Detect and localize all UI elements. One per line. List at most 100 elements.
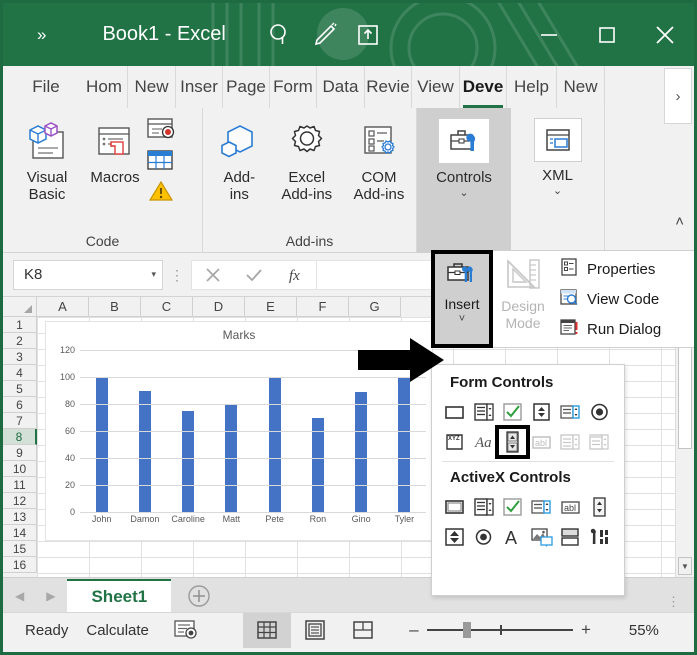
column-header-c[interactable]: C bbox=[141, 297, 193, 317]
tab-new-2[interactable]: New bbox=[557, 66, 605, 108]
insert-button[interactable]: Insert ˅ bbox=[431, 250, 493, 348]
xml-chevron-down-icon[interactable]: ⌄ bbox=[553, 186, 562, 197]
properties-menu-item[interactable]: Properties bbox=[559, 254, 694, 284]
addins-button[interactable]: Add- ins bbox=[207, 114, 272, 203]
form-group-box-control[interactable]: XYZ bbox=[440, 428, 469, 456]
tab-insert[interactable]: Inser bbox=[176, 66, 223, 108]
macro-security-icon[interactable] bbox=[148, 179, 174, 208]
column-header-a[interactable]: A bbox=[37, 297, 89, 317]
page-layout-view-button[interactable] bbox=[291, 613, 339, 648]
form-combo-box-alt-control[interactable] bbox=[585, 428, 614, 456]
activex-check-box-control[interactable] bbox=[498, 493, 527, 521]
row-header-5[interactable]: 5 bbox=[3, 381, 37, 397]
tab-help[interactable]: Help bbox=[507, 66, 557, 108]
activex-spin-button-control[interactable] bbox=[585, 493, 614, 521]
tab-file[interactable]: File bbox=[3, 66, 81, 108]
activex-command-button-control[interactable] bbox=[440, 493, 469, 521]
view-code-menu-item[interactable]: View Code bbox=[559, 284, 694, 314]
excel-addins-button[interactable]: Excel Add-ins bbox=[272, 114, 342, 203]
chart-bar[interactable] bbox=[182, 410, 195, 512]
record-macro-icon[interactable] bbox=[145, 116, 175, 147]
macros-button[interactable]: Macros bbox=[81, 114, 149, 186]
tab-developer[interactable]: Deve bbox=[460, 66, 507, 108]
tab-page-layout[interactable]: Page bbox=[223, 66, 270, 108]
zoom-slider-thumb[interactable] bbox=[462, 622, 471, 638]
design-mode-button[interactable]: Design Mode bbox=[493, 251, 553, 347]
chart-bar[interactable] bbox=[268, 377, 281, 512]
row-header-2[interactable]: 2 bbox=[3, 333, 37, 349]
ribbon-group-controls[interactable]: Controls ⌄ bbox=[417, 108, 511, 253]
form-check-box-control[interactable] bbox=[498, 398, 527, 426]
enter-icon[interactable] bbox=[233, 259, 275, 290]
zoom-percent[interactable]: 55% bbox=[613, 622, 659, 639]
row-header-8[interactable]: 8 bbox=[3, 429, 37, 445]
sheet-options-button[interactable]: ⋮ bbox=[667, 595, 694, 612]
chevron-down-icon[interactable]: ▾ bbox=[151, 269, 156, 280]
add-sheet-button[interactable] bbox=[171, 579, 227, 612]
use-relative-references-icon[interactable] bbox=[145, 148, 175, 177]
form-option-button-control[interactable] bbox=[585, 398, 614, 426]
chart-object[interactable]: Marks 120 100 80 60 40 20 0 John Damon Caroline M… bbox=[45, 321, 433, 541]
tab-home[interactable]: Hom bbox=[81, 66, 128, 108]
scroll-down-button[interactable]: ▼ bbox=[678, 557, 692, 575]
form-text-field-control[interactable]: abl bbox=[527, 428, 556, 456]
sheet-next-button[interactable]: ▶ bbox=[46, 589, 55, 603]
row-header-7[interactable]: 7 bbox=[3, 413, 37, 429]
formula-bar-options[interactable]: ⋮ bbox=[163, 268, 191, 282]
row-header-10[interactable]: 10 bbox=[3, 461, 37, 477]
close-button[interactable] bbox=[636, 3, 694, 66]
chart-bar[interactable] bbox=[355, 391, 368, 512]
row-header-16[interactable]: 16 bbox=[3, 557, 37, 573]
vertical-scrollbar[interactable]: ▼ bbox=[675, 317, 694, 577]
tabs-overflow-button[interactable]: › bbox=[664, 68, 692, 124]
tab-formulas[interactable]: Form bbox=[270, 66, 317, 108]
activex-image-control[interactable] bbox=[527, 523, 556, 551]
column-header-f[interactable]: F bbox=[297, 297, 349, 317]
row-header-11[interactable]: 11 bbox=[3, 477, 37, 493]
zoom-in-button[interactable]: + bbox=[573, 620, 599, 640]
column-header-d[interactable]: D bbox=[193, 297, 245, 317]
zoom-slider[interactable] bbox=[426, 622, 573, 638]
row-header-6[interactable]: 6 bbox=[3, 397, 37, 413]
row-header-12[interactable]: 12 bbox=[3, 493, 37, 509]
sheet-prev-button[interactable]: ◀ bbox=[15, 589, 24, 603]
column-header-b[interactable]: B bbox=[89, 297, 141, 317]
activex-label-control[interactable]: A bbox=[498, 523, 527, 551]
row-header-4[interactable]: 4 bbox=[3, 365, 37, 381]
chart-bar[interactable] bbox=[398, 378, 411, 512]
quick-access-more-button[interactable]: » bbox=[37, 25, 47, 45]
activex-more-controls-control[interactable] bbox=[585, 523, 614, 551]
row-header-15[interactable]: 15 bbox=[3, 541, 37, 557]
row-header-9[interactable]: 9 bbox=[3, 445, 37, 461]
tab-review[interactable]: Revie bbox=[365, 66, 412, 108]
share-icon[interactable] bbox=[346, 13, 390, 57]
form-combo-box-control[interactable] bbox=[469, 398, 498, 426]
controls-chevron-down-icon[interactable]: ⌄ bbox=[459, 188, 468, 199]
form-button-control[interactable] bbox=[440, 398, 469, 426]
insert-function-icon[interactable]: fx bbox=[275, 259, 317, 290]
normal-view-button[interactable] bbox=[242, 612, 291, 648]
insert-chevron-down-icon[interactable]: ˅ bbox=[459, 314, 465, 325]
pen-icon[interactable] bbox=[302, 13, 346, 57]
com-addins-button[interactable]: COM Add-ins bbox=[342, 114, 416, 203]
ribbon-group-xml[interactable]: XML ⌄ bbox=[511, 108, 605, 253]
activex-combo-box-control[interactable] bbox=[469, 493, 498, 521]
zoom-out-button[interactable]: – bbox=[401, 620, 427, 640]
chart-bar[interactable] bbox=[138, 390, 151, 512]
activex-list-box-control[interactable] bbox=[527, 493, 556, 521]
column-header-g[interactable]: G bbox=[349, 297, 401, 317]
name-box[interactable]: K8 ▾ bbox=[13, 259, 163, 290]
cancel-icon[interactable] bbox=[191, 259, 233, 290]
collapse-ribbon-button[interactable]: ˄ bbox=[675, 213, 684, 230]
minimize-button[interactable] bbox=[520, 3, 578, 66]
form-spin-button-control[interactable] bbox=[527, 398, 556, 426]
row-header-14[interactable]: 14 bbox=[3, 525, 37, 541]
form-list-box-control[interactable] bbox=[556, 398, 585, 426]
search-icon[interactable] bbox=[258, 13, 302, 57]
page-break-preview-button[interactable] bbox=[339, 613, 387, 648]
chart-bar[interactable] bbox=[95, 377, 108, 512]
maximize-button[interactable] bbox=[578, 3, 636, 66]
record-macro-icon[interactable] bbox=[173, 619, 199, 641]
row-header-3[interactable]: 3 bbox=[3, 349, 37, 365]
row-header-1[interactable]: 1 bbox=[3, 317, 37, 333]
